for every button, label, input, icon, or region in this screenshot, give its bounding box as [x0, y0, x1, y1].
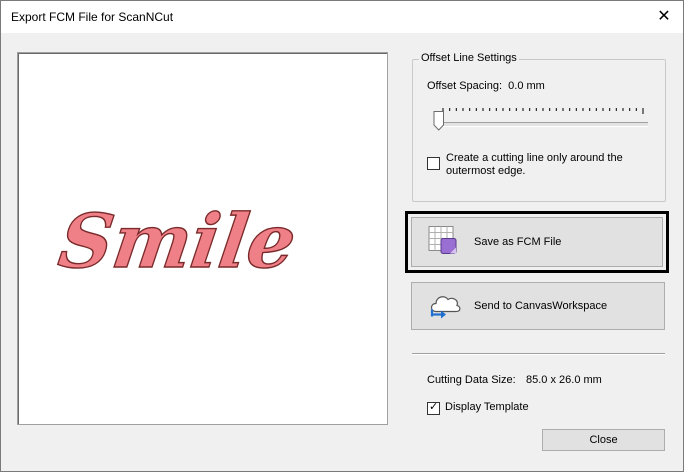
offset-spacing-value: 0.0 mm [508, 80, 545, 92]
smile-text: Smile [54, 197, 301, 285]
offset-slider-thumb[interactable] [433, 111, 445, 131]
checkmark-icon: ✓ [429, 401, 439, 413]
smile-artwork: Smile [53, 197, 302, 286]
cutting-data-size-label: Cutting Data Size: [427, 374, 516, 386]
save-fcm-button-label: Save as FCM File [474, 236, 562, 248]
offset-line-settings-label: Offset Line Settings [419, 52, 519, 64]
fcm-grid-icon [428, 226, 458, 259]
section-divider [412, 353, 665, 355]
close-button[interactable]: Close [542, 429, 665, 451]
save-fcm-button[interactable]: Save as FCM File [411, 217, 663, 267]
send-canvasworkspace-button[interactable]: Send to CanvasWorkspace [411, 282, 665, 330]
title-bar: Export FCM File for ScanNCut ✕ [1, 1, 683, 33]
outer-edge-checkbox-label: Create a cutting line only around the ou… [446, 152, 623, 177]
offset-slider-track[interactable] [438, 122, 648, 127]
close-icon[interactable]: ✕ [653, 6, 675, 28]
cloud-upload-icon [428, 290, 462, 323]
slider-ticks [442, 108, 644, 114]
window-title: Export FCM File for ScanNCut [11, 10, 174, 24]
cutting-data-size-value: 85.0 x 26.0 mm [526, 374, 602, 386]
display-template-label: Display Template [445, 401, 529, 413]
preview-canvas: Smile [17, 52, 388, 425]
export-dialog: Export FCM File for ScanNCut ✕ Smile Off… [0, 0, 684, 472]
outer-edge-checkbox[interactable] [427, 157, 440, 170]
display-template-checkbox[interactable]: ✓ [427, 401, 440, 415]
send-canvasworkspace-button-label: Send to CanvasWorkspace [474, 300, 608, 312]
offset-spacing-label: Offset Spacing: 0.0 mm [427, 80, 545, 92]
